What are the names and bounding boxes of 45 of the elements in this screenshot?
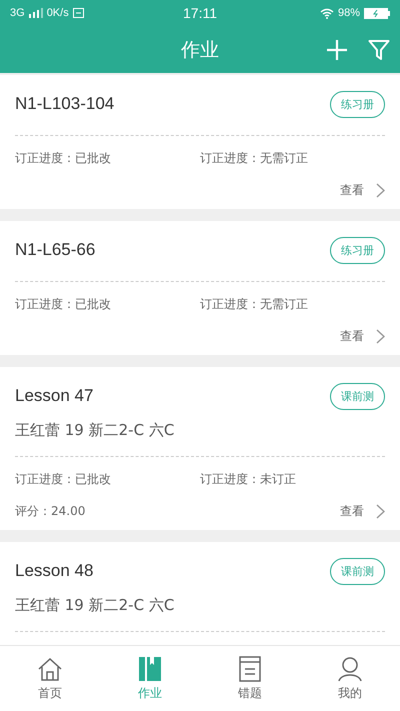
- chevron-icon[interactable]: [376, 328, 385, 344]
- tab-item[interactable]: 错题: [200, 656, 300, 702]
- home-icon: [37, 656, 63, 682]
- notification-icon: [72, 8, 84, 18]
- network-type: 3G: [10, 7, 25, 19]
- book-icon: [138, 656, 162, 682]
- progress-status: 订正进度：无需订正: [200, 296, 309, 313]
- page-title: 作业: [181, 38, 219, 62]
- tab-item[interactable]: 首页: [0, 656, 100, 702]
- progress-status: 订正进度：已批改: [15, 296, 112, 313]
- score: 评分：24.00: [15, 502, 86, 520]
- view-link[interactable]: 查看: [340, 328, 364, 344]
- wifi-icon: [320, 8, 334, 18]
- battery-icon: [364, 8, 390, 18]
- add-icon[interactable]: [326, 38, 348, 60]
- type-badge: 练习册: [330, 236, 385, 264]
- homework-card[interactable]: N1-L103-104 练习册 订正进度：已批改 订正进度：无需订正 查看: [0, 75, 400, 209]
- filter-icon[interactable]: [368, 38, 390, 60]
- clock: 17:11: [183, 5, 217, 21]
- class-info: 王红蕾 19 新二2-C 六C: [15, 596, 176, 615]
- card-title: N1-L103-104: [15, 94, 114, 114]
- card-title: Lesson 48: [15, 561, 94, 581]
- type-badge: 课前测: [330, 382, 385, 410]
- progress-status: 订正进度：未订正: [200, 471, 297, 488]
- class-info: 王红蕾 19 新二2-C 六C: [15, 421, 176, 440]
- chevron-icon[interactable]: [376, 182, 385, 198]
- progress-status: 订正进度：无需订正: [200, 150, 309, 167]
- view-link[interactable]: 查看: [340, 502, 364, 520]
- document-icon: [238, 656, 262, 682]
- progress-status: 订正进度：已批改: [15, 471, 112, 488]
- chevron-icon[interactable]: [376, 504, 385, 518]
- tab-item[interactable]: 我的: [300, 656, 400, 702]
- network-speed: 0K/s: [46, 7, 69, 19]
- card-title: N1-L65-66: [15, 240, 96, 260]
- type-badge: 练习册: [330, 90, 385, 118]
- type-badge: 课前测: [330, 558, 385, 584]
- view-link[interactable]: 查看: [340, 182, 364, 198]
- battery-level: 98%: [338, 7, 360, 19]
- signal-icon: [28, 8, 43, 18]
- person-icon: [337, 656, 363, 682]
- homework-card[interactable]: Lesson 48 课前测 王红蕾 19 新二2-C 六C: [0, 542, 400, 645]
- progress-status: 订正进度：已批改: [15, 150, 112, 167]
- card-title: Lesson 47: [15, 386, 94, 406]
- homework-card[interactable]: Lesson 47 课前测 王红蕾 19 新二2-C 六C 订正进度：已批改 订正进度：未订正 评分：24.00 查看: [0, 367, 400, 530]
- homework-card[interactable]: N1-L65-66 练习册 订正进度：已批改 订正进度：无需订正 查看: [0, 221, 400, 355]
